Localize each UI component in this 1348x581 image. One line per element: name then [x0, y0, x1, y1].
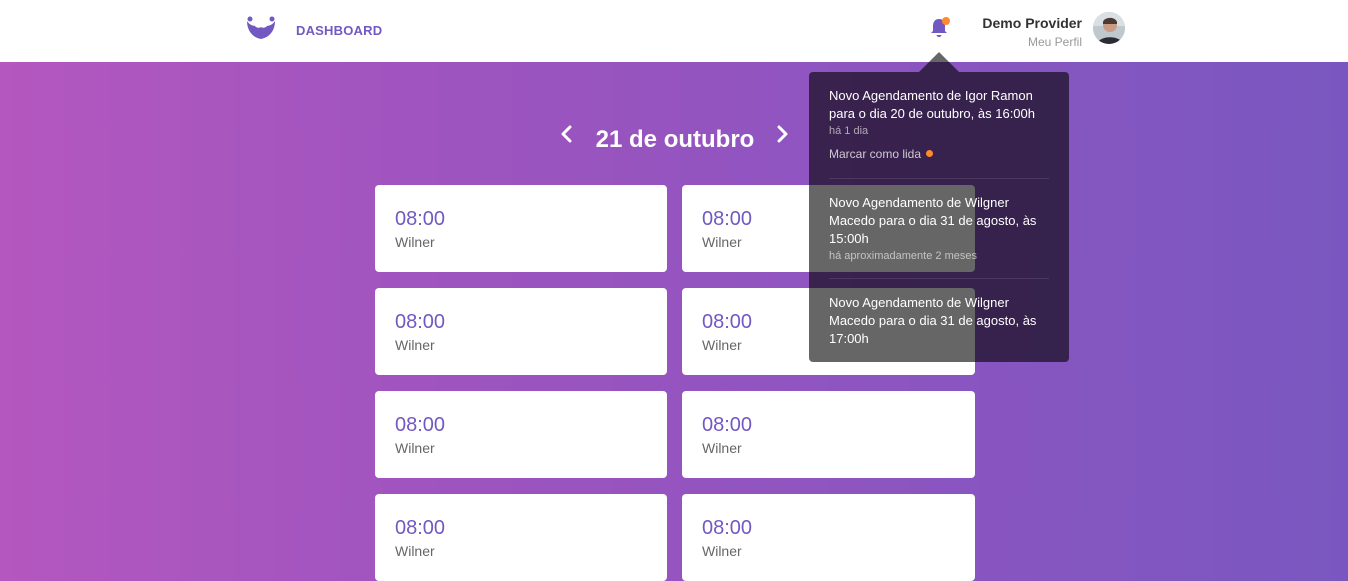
unread-badge	[942, 17, 950, 25]
profile-name: Demo Provider	[982, 15, 1082, 31]
appointment-client: Wilner	[395, 337, 435, 353]
appointment-client: Wilner	[395, 440, 435, 456]
notification-time: há aproximadamente 2 meses	[829, 250, 977, 262]
appointment-card[interactable]: 08:00 Wilner	[682, 494, 975, 581]
notification-item: Novo Agendamento de Wilgner Macedo para …	[829, 194, 1049, 279]
logo-icon[interactable]	[245, 15, 277, 43]
chevron-right-icon[interactable]	[774, 124, 790, 144]
notification-item: Novo Agendamento de Wilgner Macedo para …	[829, 294, 1049, 362]
notification-text: Novo Agendamento de Wilgner Macedo para …	[829, 195, 1037, 246]
appointment-client: Wilner	[702, 440, 742, 456]
appointment-time: 08:00	[395, 208, 446, 230]
current-date: 21 de outubro	[595, 126, 755, 153]
appointment-time: 08:00	[395, 517, 446, 539]
unread-dot	[926, 150, 934, 157]
appointment-time: 08:00	[395, 414, 446, 436]
appointment-time: 08:00	[702, 414, 753, 436]
appointment-client: Wilner	[395, 543, 435, 559]
top-header: DASHBOARD Demo Provider Meu Perfil	[0, 0, 1348, 62]
appointment-card[interactable]: 08:00 Wilner	[375, 185, 667, 272]
mark-as-read-button[interactable]: Marcar como lida	[829, 147, 934, 161]
appointment-time: 08:00	[702, 517, 753, 539]
notification-time: há 1 dia	[829, 125, 869, 137]
nav-dashboard-link[interactable]: DASHBOARD	[296, 23, 382, 38]
appointment-card[interactable]: 08:00 Wilner	[375, 391, 667, 478]
notification-item: Novo Agendamento de Igor Ramon para o di…	[829, 87, 1049, 179]
appointment-card[interactable]: 08:00 Wilner	[375, 494, 667, 581]
profile-link[interactable]: Meu Perfil	[1028, 35, 1082, 49]
notification-text: Novo Agendamento de Wilgner Macedo para …	[829, 295, 1037, 346]
appointment-card[interactable]: 08:00 Wilner	[682, 391, 975, 478]
appointment-client: Wilner	[395, 234, 435, 250]
appointment-card[interactable]: 08:00 Wilner	[375, 288, 667, 375]
chevron-left-icon[interactable]	[559, 124, 575, 144]
date-navigation: 21 de outubro	[550, 118, 800, 162]
avatar[interactable]	[1093, 12, 1125, 44]
mark-as-read-label: Marcar como lida	[829, 147, 922, 161]
appointment-client: Wilner	[702, 543, 742, 559]
notification-text: Novo Agendamento de Igor Ramon para o di…	[829, 88, 1035, 121]
popover-arrow	[919, 52, 959, 72]
avatar-image	[1093, 12, 1125, 44]
appointment-time: 08:00	[395, 311, 446, 333]
notifications-popover: Novo Agendamento de Igor Ramon para o di…	[809, 72, 1069, 362]
